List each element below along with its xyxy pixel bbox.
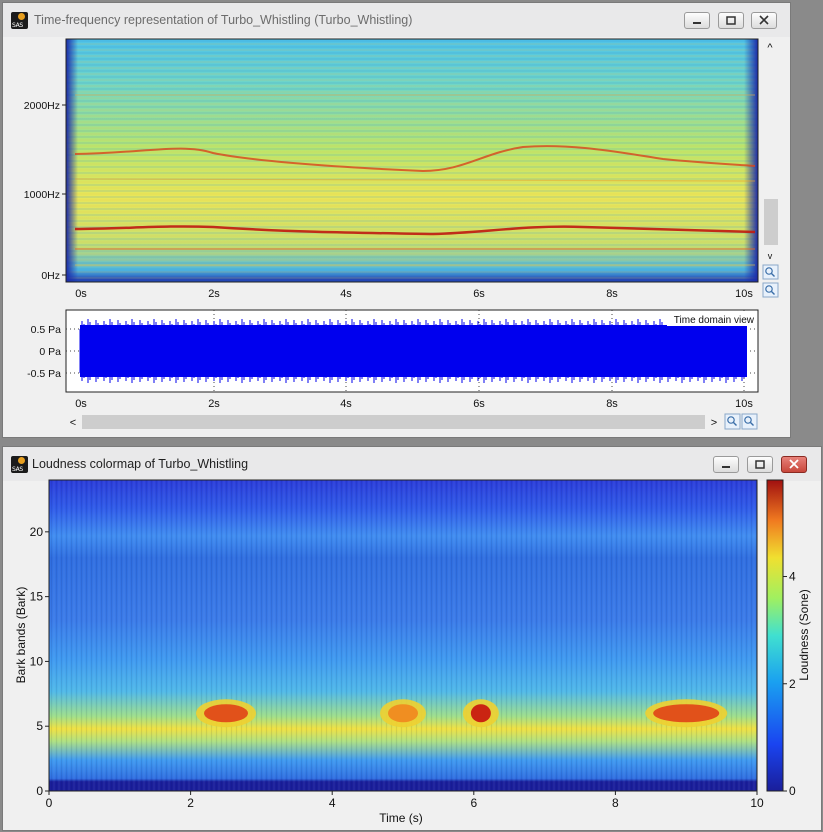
y-tick-label: 5 xyxy=(36,719,43,733)
td-ytick-label: 0.5 Pa xyxy=(31,324,62,336)
time-zoom-in-button[interactable] xyxy=(724,413,741,430)
colorbar-tick-label: 4 xyxy=(789,570,796,584)
x-tick-label: 0 xyxy=(46,796,53,810)
colorbar-tick-label: 0 xyxy=(789,784,796,798)
hotspot xyxy=(204,704,248,723)
spec-xtick-label: 10s xyxy=(735,288,753,300)
spec-ytick-label: 1000Hz xyxy=(24,189,60,201)
scrollbar-thumb[interactable] xyxy=(82,415,705,429)
spectrogram-x-axis: 0s 2s 4s 6s 8s 10s xyxy=(75,288,753,300)
scrollbar-thumb[interactable] xyxy=(764,199,778,245)
spec-xtick-label: 0s xyxy=(75,288,87,300)
spec-xtick-label: 6s xyxy=(473,288,485,300)
spec-xtick-label: 4s xyxy=(340,288,352,300)
y-tick-label: 10 xyxy=(30,654,44,668)
td-xtick-label: 0s xyxy=(75,398,87,410)
scroll-left-arrow[interactable]: < xyxy=(70,417,76,429)
time-domain-plot[interactable]: Time domain view xyxy=(65,309,759,393)
td-ytick-label: -0.5 Pa xyxy=(27,368,61,380)
scroll-down-arrow[interactable]: v xyxy=(768,251,773,261)
x-axis-label: Time (s) xyxy=(379,811,423,825)
y-tick-label: 0 xyxy=(36,784,43,798)
td-xtick-label: 6s xyxy=(473,398,485,410)
x-tick-label: 4 xyxy=(329,796,336,810)
scroll-up-arrow[interactable]: ^ xyxy=(767,42,773,54)
spec-xtick-label: 8s xyxy=(606,288,618,300)
horizontal-scrollbar[interactable]: < > xyxy=(70,415,717,429)
hotspot xyxy=(653,704,720,723)
time-frequency-panel: 2000Hz 1000Hz 0Hz 0s 2s 4s 6s 8s 10s ^ v xyxy=(24,38,779,430)
vertical-scrollbar[interactable]: ^ v xyxy=(762,39,779,263)
y-tick-label: 20 xyxy=(30,525,44,539)
x-tick-label: 2 xyxy=(187,796,194,810)
time-domain-view-label: Time domain view xyxy=(674,315,755,326)
scroll-right-arrow[interactable]: > xyxy=(711,417,717,429)
time-domain-y-axis: 0.5 Pa 0 Pa -0.5 Pa xyxy=(27,324,61,380)
x-tick-label: 8 xyxy=(612,796,619,810)
x-tick-label: 10 xyxy=(750,796,764,810)
spec-ytick-label: 2000Hz xyxy=(24,100,60,112)
spectrogram-zoom-out-button[interactable] xyxy=(762,282,779,298)
y-tick-label: 15 xyxy=(30,590,44,604)
colorbar: 4 2 0 Loudness (Sone) xyxy=(766,479,811,798)
loudness-colormap-window[interactable]: Loudness colormap of Turbo_Whistling xyxy=(2,446,822,831)
time-zoom-out-button[interactable] xyxy=(741,413,758,430)
td-xtick-label: 8s xyxy=(606,398,618,410)
loudness-y-axis: 20 15 10 5 0 Bark bands (Bark) xyxy=(14,525,49,798)
y-axis-label: Bark bands (Bark) xyxy=(14,587,28,684)
td-xtick-label: 2s xyxy=(208,398,220,410)
loudness-chart: 20151050 Bark bands (Bark) 0 2 4 6 8 10 Time … xyxy=(14,479,811,825)
loudness-heatmap[interactable] xyxy=(48,479,758,792)
spectrogram-zoom-in-button[interactable] xyxy=(762,264,779,280)
x-tick-label: 6 xyxy=(470,796,477,810)
spectrogram[interactable] xyxy=(65,38,759,283)
spec-ytick-label: 0Hz xyxy=(41,270,60,282)
spec-xtick-label: 2s xyxy=(208,288,220,300)
td-xtick-label: 4s xyxy=(340,398,352,410)
time-frequency-window[interactable]: Time-frequency representation of Turbo_W… xyxy=(2,2,791,438)
td-ytick-label: 0 Pa xyxy=(39,346,61,358)
colorbar-tick-label: 2 xyxy=(789,677,796,691)
hotspot xyxy=(388,704,418,723)
td-xtick-label: 10s xyxy=(735,398,753,410)
time-domain-x-axis: 0s 2s 4s 6s 8s 10s xyxy=(75,398,753,410)
loudness-x-axis: 0 2 4 6 8 10 Time (s) xyxy=(46,791,764,825)
spectrogram-y-axis: 2000Hz 1000Hz 0Hz xyxy=(24,100,66,282)
hotspot xyxy=(470,704,491,723)
colorbar-label: Loudness (Sone) xyxy=(797,589,811,680)
